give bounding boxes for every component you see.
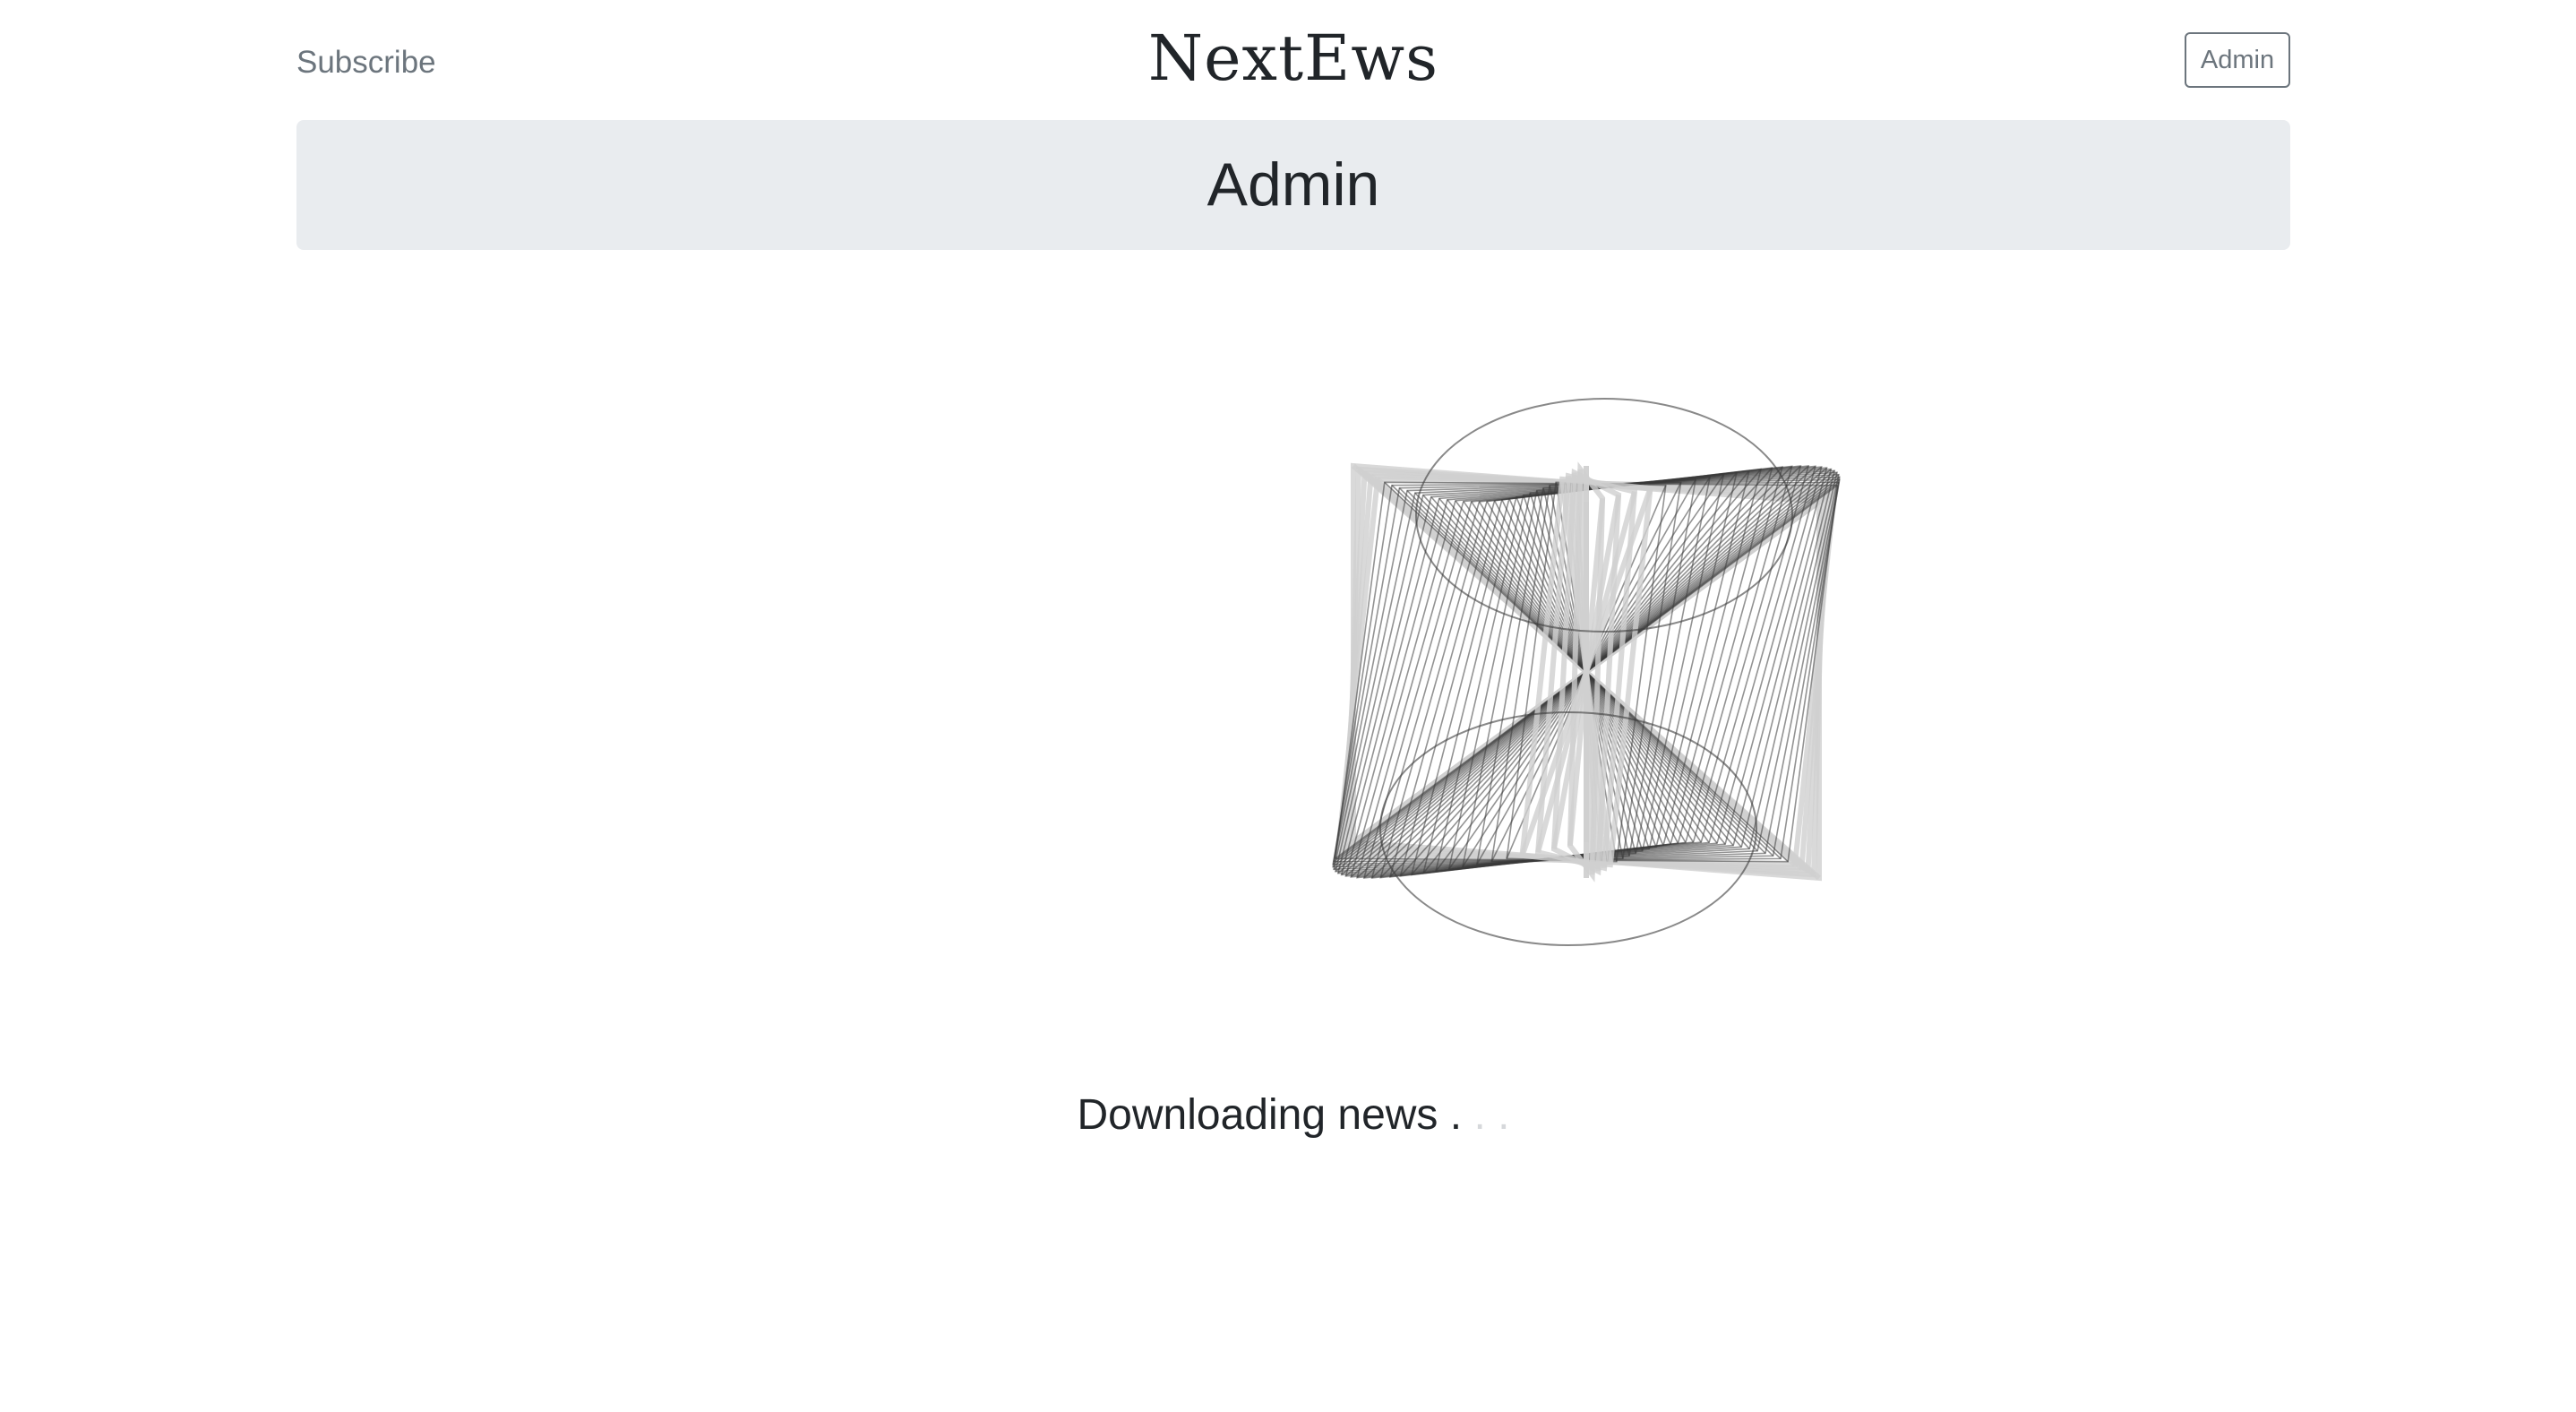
main-container: Subscribe NextEws Admin Admin Downloadin… [296,0,2290,1139]
page: Subscribe NextEws Admin Admin Downloadin… [0,0,2576,1412]
loading-dot-1: . [1449,1091,1463,1139]
loading-dot-3: . [1498,1091,1510,1139]
site-header: Subscribe NextEws Admin [296,0,2290,120]
loading-status: Downloading news . . . [296,1089,2290,1142]
wireframe-spinner-icon [1300,331,1873,1012]
spinner-graphic [1332,398,1841,946]
jumbotron: Admin [296,120,2290,250]
page-title: Admin [1206,151,1380,219]
loading-dot-2: . [1473,1091,1486,1139]
brand-title[interactable]: NextEws [1148,22,1438,95]
admin-button[interactable]: Admin [2185,32,2290,88]
loading-message: Downloading news [1077,1091,1450,1139]
brand-title-wrapper: NextEws [296,18,2290,99]
